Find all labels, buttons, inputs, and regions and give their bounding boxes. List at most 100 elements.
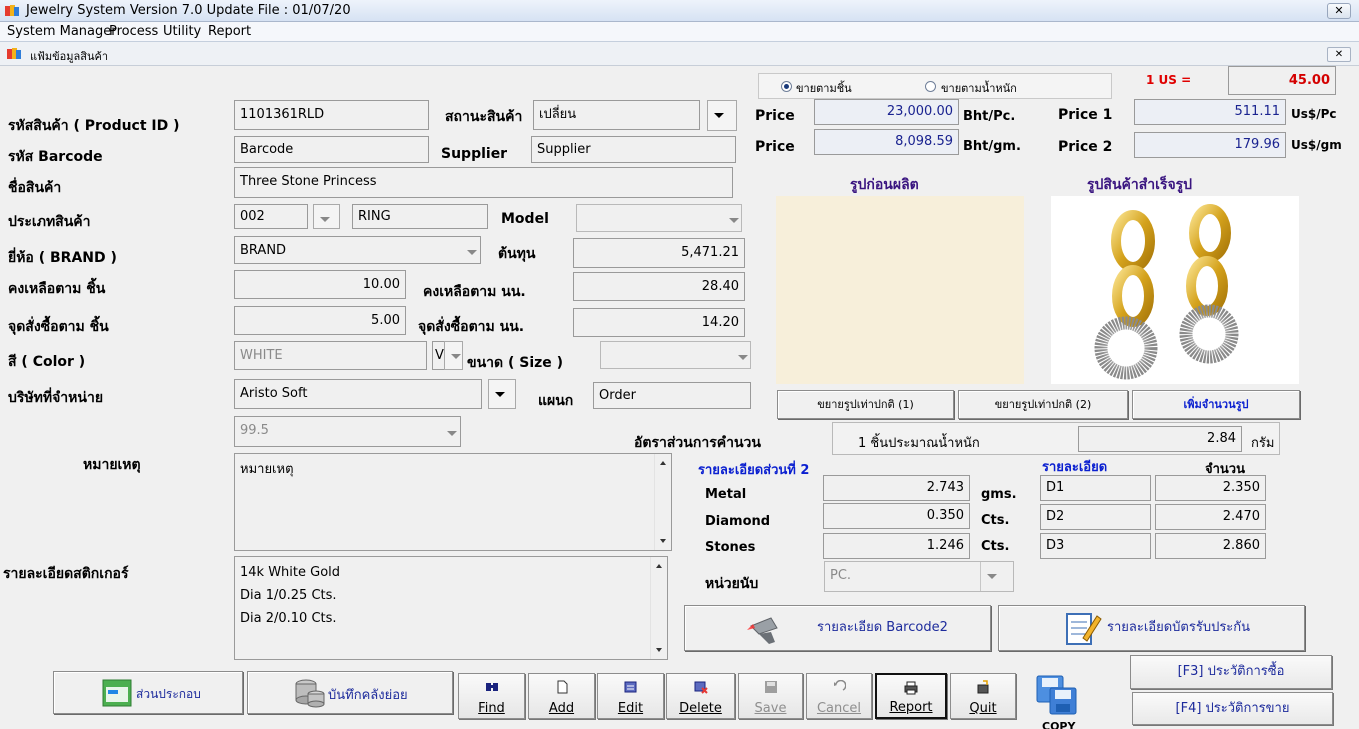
quit-button[interactable]: Quit bbox=[950, 673, 1016, 719]
form-icon bbox=[102, 679, 132, 707]
sticker-label: รายละเอียดสติกเกอร์ bbox=[3, 566, 129, 582]
menu-report[interactable]: Report bbox=[208, 24, 251, 39]
dept-label: แผนก bbox=[538, 393, 574, 409]
detail-code-field[interactable]: D3 bbox=[1040, 533, 1151, 559]
calc-ratio-dropdown-icon[interactable] bbox=[441, 419, 459, 445]
unit-dropdown-icon[interactable] bbox=[980, 562, 1013, 591]
dept-field[interactable]: Order bbox=[593, 382, 751, 409]
report-button[interactable]: Report bbox=[875, 673, 947, 719]
category-code-field[interactable]: 002 bbox=[234, 204, 308, 229]
find-icon bbox=[485, 683, 498, 691]
cost-field[interactable]: 5,471.21 bbox=[573, 238, 745, 268]
price1-label: Price 1 bbox=[1058, 107, 1113, 123]
purchase-history-button[interactable]: [F3] ประวัติการซื้อ bbox=[1130, 655, 1332, 689]
price2-label: Price 2 bbox=[1058, 139, 1113, 155]
model-dropdown-icon[interactable] bbox=[723, 206, 741, 230]
add-button[interactable]: Add bbox=[528, 673, 595, 719]
window-close-icon[interactable]: ✕ bbox=[1327, 3, 1351, 19]
calc-ratio-field[interactable]: 99.5 bbox=[234, 416, 461, 447]
radio-by-weight[interactable] bbox=[925, 81, 936, 92]
price1-field[interactable]: 511.11 bbox=[1134, 99, 1286, 125]
sub-stock-button[interactable]: บันทึกคลังย่อย bbox=[247, 671, 453, 714]
sticker-textarea[interactable]: 14k White Gold Dia 1/0.25 Cts. Dia 2/0.1… bbox=[234, 556, 668, 660]
color-field[interactable]: WHITE bbox=[234, 341, 427, 370]
stones-field[interactable]: 1.246 bbox=[823, 533, 970, 559]
find-label: Find bbox=[478, 701, 505, 716]
price-gm-field[interactable]: 8,098.59 bbox=[814, 129, 959, 155]
size-dropdown-icon[interactable] bbox=[732, 343, 750, 367]
color-dropdown-icon[interactable] bbox=[444, 341, 463, 370]
detail-qty-field[interactable]: 2.350 bbox=[1155, 475, 1266, 501]
price2-unit: Us$/gm bbox=[1291, 138, 1342, 152]
barcode-label: รหัส Barcode bbox=[8, 149, 103, 165]
diamond-label: Diamond bbox=[705, 514, 771, 529]
remark-textarea[interactable]: หมายเหตุ bbox=[234, 453, 672, 551]
sticker-line: Dia 2/0.10 Cts. bbox=[240, 611, 337, 626]
menu-process[interactable]: Process bbox=[109, 24, 158, 39]
zoom-image2-button[interactable]: ขยายรูปเท่าปกติ (2) bbox=[958, 390, 1128, 419]
metal-field[interactable]: 2.743 bbox=[823, 475, 970, 501]
add-images-button[interactable]: เพิ่มจำนวนรูป bbox=[1132, 390, 1300, 419]
brand-field[interactable]: BRAND bbox=[234, 236, 481, 264]
detail-qty-field[interactable]: 2.470 bbox=[1155, 504, 1266, 530]
name-field[interactable]: Three Stone Princess bbox=[234, 167, 733, 198]
cancel-button[interactable]: Cancel bbox=[806, 673, 872, 719]
edit-label: Edit bbox=[617, 701, 644, 716]
price-pc-label: Price bbox=[755, 108, 795, 124]
delete-button[interactable]: Delete bbox=[666, 673, 735, 719]
per-piece-weight-group: 1 ชิ้นประมาณน้ำหนัก 2.84 กรัม bbox=[832, 422, 1280, 455]
reorder-pcs-field[interactable]: 5.00 bbox=[234, 306, 406, 335]
detail-code-field[interactable]: D1 bbox=[1040, 475, 1151, 501]
find-button[interactable]: Find bbox=[458, 673, 525, 719]
barcode-field[interactable]: Barcode bbox=[234, 136, 429, 163]
sub-stock-label: บันทึกคลังย่อย bbox=[328, 688, 408, 703]
components-button[interactable]: ส่วนประกอบ bbox=[53, 671, 243, 714]
radio-by-weight-label: ขายตามน้ำหนัก bbox=[941, 82, 1017, 95]
copy-button[interactable]: COPY bbox=[1030, 674, 1086, 729]
company-dropdown-icon[interactable] bbox=[488, 379, 516, 409]
child-close-icon[interactable]: ✕ bbox=[1327, 47, 1351, 62]
report-label: Report bbox=[889, 700, 933, 715]
stock-pcs-field[interactable]: 10.00 bbox=[234, 270, 406, 299]
image-before-panel[interactable] bbox=[776, 196, 1024, 384]
detail-code-field[interactable]: D2 bbox=[1040, 504, 1151, 530]
sticker-scrollbar[interactable] bbox=[650, 557, 667, 659]
radio-by-piece-label: ขายตามชิ้น bbox=[796, 82, 852, 95]
diamond-field[interactable]: 0.350 bbox=[823, 503, 970, 529]
status-field[interactable]: เปลี่ยน bbox=[533, 100, 700, 130]
menu-system-manager[interactable]: System Manager bbox=[7, 24, 117, 39]
category-name-field[interactable]: RING bbox=[352, 204, 488, 229]
unit-label: หน่วยนับ bbox=[705, 576, 759, 592]
barcode2-button[interactable]: รายละเอียด Barcode2 bbox=[684, 605, 991, 651]
product-id-field[interactable]: 1101361RLD bbox=[234, 100, 429, 130]
category-label: ประเภทสินค้า bbox=[8, 214, 91, 230]
metal-unit: gms. bbox=[981, 487, 1017, 502]
warranty-button[interactable]: รายละเอียดบัตรรับประกัน bbox=[998, 605, 1305, 651]
image-after-panel[interactable] bbox=[1051, 196, 1299, 384]
reorder-weight-field[interactable]: 14.20 bbox=[573, 308, 745, 337]
cost-label: ต้นทุน bbox=[498, 246, 536, 262]
save-button[interactable]: Save bbox=[738, 673, 803, 719]
company-field[interactable]: Aristo Soft bbox=[234, 379, 482, 409]
remark-scrollbar[interactable] bbox=[654, 454, 671, 550]
exchange-rate-field[interactable]: 45.00 bbox=[1228, 66, 1336, 95]
model-field[interactable] bbox=[576, 204, 742, 232]
brand-dropdown-icon[interactable] bbox=[461, 238, 479, 262]
supplier-field[interactable]: Supplier bbox=[531, 136, 736, 163]
per-piece-weight-field[interactable]: 2.84 bbox=[1078, 426, 1242, 452]
sale-mode-group: ขายตามชิ้น ขายตามน้ำหนัก bbox=[758, 73, 1112, 99]
menu-utility[interactable]: Utility bbox=[163, 24, 201, 39]
edit-button[interactable]: Edit bbox=[597, 673, 664, 719]
size-field[interactable] bbox=[600, 341, 751, 369]
status-dropdown-icon[interactable] bbox=[707, 100, 737, 131]
stock-weight-field[interactable]: 28.40 bbox=[573, 272, 745, 301]
sales-history-button[interactable]: [F4] ประวัติการขาย bbox=[1132, 692, 1333, 725]
radio-by-piece[interactable] bbox=[781, 81, 792, 92]
zoom-image1-button[interactable]: ขยายรูปเท่าปกติ (1) bbox=[777, 390, 954, 419]
image-before-label: รูปก่อนผลิต bbox=[850, 177, 919, 193]
barcode-scanner-icon bbox=[747, 617, 778, 644]
detail-qty-field[interactable]: 2.860 bbox=[1155, 533, 1266, 559]
price2-field[interactable]: 179.96 bbox=[1134, 132, 1286, 158]
category-dropdown-icon[interactable] bbox=[313, 204, 340, 229]
price-pc-field[interactable]: 23,000.00 bbox=[814, 99, 959, 125]
